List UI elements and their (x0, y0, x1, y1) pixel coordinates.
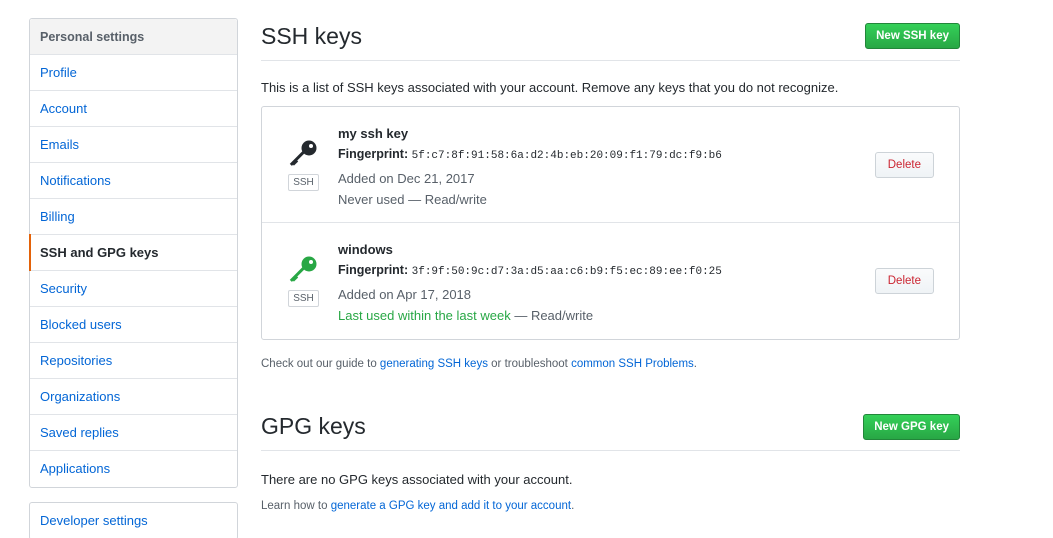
sidebar-item-billing[interactable]: Billing (30, 199, 237, 235)
sidebar-item-account[interactable]: Account (30, 91, 237, 127)
key-access: — Read/write (404, 192, 487, 207)
ssh-keys-header: SSH keys New SSH key (261, 18, 960, 61)
fingerprint-line: Fingerprint: 5f:c7:8f:91:58:6a:d2:4b:eb:… (338, 147, 722, 168)
key-usage: Never used (338, 192, 405, 207)
guide-suffix: . (693, 358, 697, 370)
sidebar-item-ssh-gpg-keys[interactable]: SSH and GPG keys (29, 234, 237, 271)
sidebar-item-security[interactable]: Security (30, 271, 237, 307)
ssh-guide-text: Check out our guide to generating SSH ke… (261, 358, 697, 370)
ssh-key-list: SSH my ssh key Fingerprint: 5f:c7:8f:91:… (261, 106, 960, 340)
sidebar-item-repositories[interactable]: Repositories (30, 343, 237, 379)
fingerprint-value: 3f:9f:50:9c:d7:3a:d5:aa:c6:b9:f5:ec:89:e… (411, 266, 722, 278)
no-gpg-keys-text: There are no GPG keys associated with yo… (261, 472, 573, 487)
delete-key-button[interactable]: Delete (874, 268, 934, 294)
ssh-badge: SSH (288, 290, 319, 307)
generate-gpg-key-link[interactable]: generate a GPG key and add it to your ac… (331, 500, 571, 512)
key-usage-line: Never used — Read/write (338, 189, 722, 210)
fingerprint-line: Fingerprint: 3f:9f:50:9c:d7:3a:d5:aa:c6:… (338, 263, 722, 284)
generating-ssh-keys-link[interactable]: generating SSH keys (380, 358, 488, 370)
sidebar-item-profile[interactable]: Profile (30, 55, 237, 91)
new-gpg-key-button[interactable]: New GPG key (863, 414, 960, 440)
gpg-learn-text: Learn how to generate a GPG key and add … (261, 500, 574, 512)
fingerprint-value: 5f:c7:8f:91:58:6a:d2:4b:eb:20:09:f1:79:d… (411, 150, 722, 162)
developer-settings-menu: Developer settings (29, 502, 238, 538)
gpg-keys-header: GPG keys New GPG key (261, 408, 960, 451)
menu-heading: Personal settings (30, 19, 237, 55)
key-details: my ssh key Fingerprint: 5f:c7:8f:91:58:6… (338, 126, 722, 210)
personal-settings-menu: Personal settings Profile Account Emails… (29, 18, 238, 488)
key-access: — Read/write (510, 308, 594, 323)
gpg-keys-title: GPG keys (261, 413, 366, 439)
ssh-badge: SSH (288, 174, 319, 191)
key-usage: Last used within the last week (338, 308, 511, 323)
new-ssh-key-button[interactable]: New SSH key (865, 23, 960, 49)
key-title: windows (338, 242, 393, 257)
key-icon (289, 140, 317, 166)
ssh-intro-text: This is a list of SSH keys associated wi… (261, 80, 839, 95)
sidebar-item-applications[interactable]: Applications (30, 451, 237, 487)
key-usage-line: Last used within the last week — Read/wr… (338, 305, 722, 326)
sidebar-item-notifications[interactable]: Notifications (30, 163, 237, 199)
key-details: windows Fingerprint: 3f:9f:50:9c:d7:3a:d… (338, 242, 722, 326)
key-added-date: Added on Apr 17, 2018 (338, 287, 472, 302)
sidebar-item-blocked-users[interactable]: Blocked users (30, 307, 237, 343)
ssh-key-row: SSH my ssh key Fingerprint: 5f:c7:8f:91:… (262, 107, 959, 223)
ssh-keys-title: SSH keys (261, 23, 362, 49)
sidebar-item-saved-replies[interactable]: Saved replies (30, 415, 237, 451)
ssh-key-row: SSH windows Fingerprint: 3f:9f:50:9c:d7:… (262, 223, 959, 339)
guide-prefix: Check out our guide to (261, 358, 380, 370)
main-content: SSH keys New SSH key This is a list of S… (261, 18, 960, 512)
common-ssh-problems-link[interactable]: common SSH Problems (571, 358, 694, 370)
delete-key-button[interactable]: Delete (874, 152, 934, 178)
guide-middle: or troubleshoot (487, 358, 572, 370)
key-title: my ssh key (338, 126, 409, 141)
sidebar-item-organizations[interactable]: Organizations (30, 379, 237, 415)
key-added-date: Added on Dec 21, 2017 (338, 171, 475, 186)
sidebar-item-developer-settings[interactable]: Developer settings (30, 503, 237, 538)
fingerprint-label: Fingerprint: (338, 147, 409, 161)
learn-suffix: . (571, 500, 575, 512)
key-icon (289, 256, 317, 282)
fingerprint-label: Fingerprint: (338, 263, 409, 277)
sidebar-item-emails[interactable]: Emails (30, 127, 237, 163)
learn-prefix: Learn how to (261, 500, 331, 512)
